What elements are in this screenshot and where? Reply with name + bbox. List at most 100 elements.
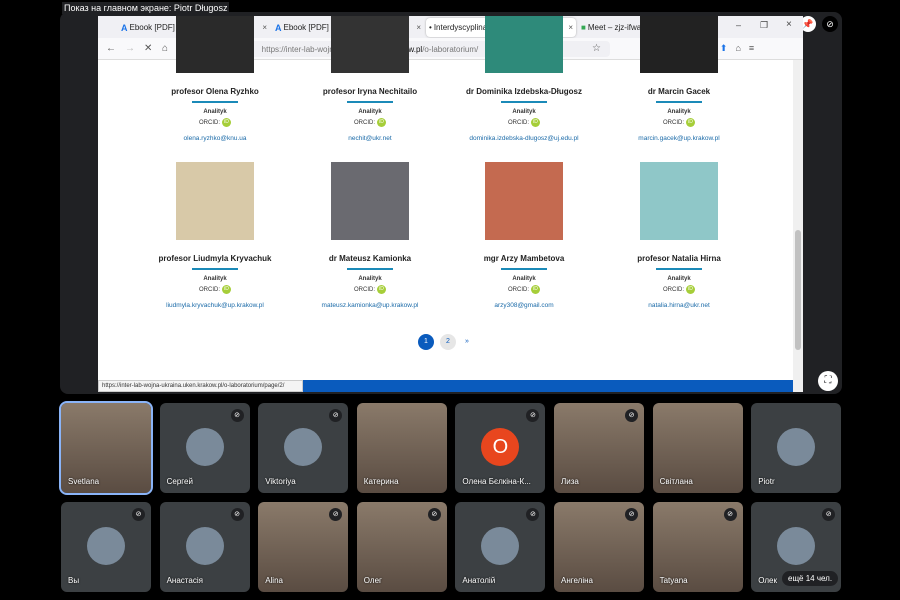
orcid-label: ORCID:	[663, 286, 684, 293]
next-page-button[interactable]: »	[462, 334, 472, 350]
divider	[192, 101, 238, 103]
team-member-card: dr Dominika Izdebska-Długosz Analityk OR…	[449, 16, 599, 142]
participant-tile[interactable]: ⊘ Олег	[356, 502, 447, 592]
member-email-link[interactable]: natalia.hirna@ukr.net	[604, 302, 754, 309]
orcid-icon[interactable]: iD	[686, 285, 695, 294]
orcid-icon[interactable]: iD	[222, 285, 231, 294]
page-content: profesor Olena Ryzhko Analityk ORCID: iD …	[98, 16, 793, 380]
participant-tile[interactable]: ⊘ Анастасія	[159, 502, 250, 592]
member-name: dr Dominika Izdebska-Długosz	[465, 87, 583, 96]
avatar	[87, 527, 125, 565]
member-email-link[interactable]: liudmyla.kryvachuk@up.krakow.pl	[140, 302, 290, 309]
fullscreen-icon[interactable]: ⛶	[818, 371, 838, 391]
member-role: Analityk	[512, 109, 536, 115]
orcid-icon[interactable]: iD	[377, 118, 386, 127]
member-name: dr Mateusz Kamionka	[328, 254, 412, 263]
member-email-link[interactable]: mateusz.kamionka@up.krakow.pl	[295, 302, 445, 309]
participant-name: Катерина	[363, 477, 399, 486]
participant-name: Alina	[265, 576, 283, 585]
member-email-link[interactable]: arzy308@gmail.com	[449, 302, 599, 309]
team-member-card: profesor Olena Ryzhko Analityk ORCID: iD …	[140, 16, 290, 142]
participant-tile[interactable]: Svetlana	[59, 401, 153, 495]
mic-off-icon: ⊘	[625, 409, 638, 422]
avatar	[284, 428, 323, 466]
orcid-icon[interactable]: iD	[686, 118, 695, 127]
member-photo	[331, 162, 409, 240]
pagination: 1 2 »	[418, 334, 472, 350]
member-email-link[interactable]: olena.ryzhko@knu.ua	[140, 135, 290, 142]
member-name: profesor Natalia Hirna	[637, 254, 721, 263]
shared-browser-window: AEbook [PDF] widok pliku Uchoo× AEbook […	[98, 16, 803, 392]
participant-tile[interactable]: Piotr	[751, 403, 842, 493]
participant-tile[interactable]: ⊘ Tatyana	[652, 502, 743, 592]
divider	[192, 268, 238, 270]
divider	[501, 268, 547, 270]
mic-off-icon: ⊘	[329, 508, 343, 521]
participant-tile[interactable]: Катерина	[356, 403, 447, 493]
page-1-button[interactable]: 1	[418, 334, 434, 350]
divider	[656, 268, 702, 270]
member-name: profesor Olena Ryzhko	[171, 87, 259, 96]
member-role: Analityk	[512, 276, 536, 282]
participant-name: Анастасія	[166, 576, 203, 585]
participant-name: Сергей	[166, 477, 193, 486]
member-photo	[176, 162, 254, 240]
mic-off-icon: ⊘	[427, 508, 441, 521]
member-photo	[176, 16, 254, 73]
member-photo	[640, 16, 718, 73]
orcid-icon[interactable]: iD	[377, 285, 386, 294]
member-role: Analityk	[667, 109, 691, 115]
orcid-icon[interactable]: iD	[531, 118, 540, 127]
participant-tile[interactable]: Світлана	[652, 403, 743, 493]
participant-tile[interactable]: O ⊘ Олена Бєлкіна-К...	[455, 403, 546, 493]
participant-tile[interactable]: ⊘ Ангеліна	[554, 502, 644, 592]
member-name: profesor Iryna Nechitailo	[322, 87, 418, 96]
orcid-label: ORCID:	[508, 119, 529, 126]
scrollbar-thumb[interactable]	[795, 230, 801, 350]
member-photo	[640, 162, 718, 240]
participant-tile[interactable]: ⊘ Анатолій	[455, 502, 546, 592]
presenting-label: Показ на главном экране: Piotr Długosz	[62, 2, 230, 14]
page-2-button[interactable]: 2	[440, 334, 456, 350]
orcid-label: ORCID:	[663, 119, 684, 126]
participant-name: Олена Бєлкіна-К...	[462, 477, 531, 486]
page-footer-bar: https://inter-lab-wojna-ukraina.uken.kra…	[98, 380, 793, 392]
mic-off-icon: ⊘	[526, 508, 540, 521]
orcid-label: ORCID:	[354, 119, 375, 126]
participant-tile[interactable]: ⊘ Alina	[258, 502, 349, 592]
close-window-icon[interactable]: ×	[786, 19, 792, 30]
divider	[656, 101, 702, 103]
participant-name: Олег	[363, 576, 382, 585]
participant-tile[interactable]: ⊘ Вы	[61, 502, 151, 592]
orcid-label: ORCID:	[354, 286, 375, 293]
member-email-link[interactable]: dominika.izdebska-dlugosz@uj.edu.pl	[449, 135, 599, 142]
restore-icon[interactable]: ❐	[760, 20, 768, 31]
divider	[347, 101, 393, 103]
mic-off-icon: ⊘	[132, 508, 145, 521]
back-icon[interactable]: ←	[106, 43, 116, 54]
team-member-card: dr Marcin Gacek Analityk ORCID: iD marcin…	[604, 16, 754, 142]
orcid-icon[interactable]: iD	[222, 118, 231, 127]
team-member-card: profesor Natalia Hirna Analityk ORCID: iD…	[604, 162, 754, 309]
orcid-icon[interactable]: iD	[531, 285, 540, 294]
mic-off-icon: ⊘	[625, 508, 638, 521]
team-member-card: profesor Liudmyla Kryvachuk Analityk ORC…	[140, 162, 290, 309]
participant-name: Tatyana	[659, 576, 688, 585]
member-email-link[interactable]: nechit@ukr.net	[295, 135, 445, 142]
scrollbar[interactable]	[793, 60, 803, 392]
participant-tile[interactable]: ⊘ Сергей	[159, 403, 250, 493]
more-participants-button[interactable]: ещё 14 чел.	[782, 571, 839, 586]
member-photo	[485, 16, 563, 73]
participant-name: Вы	[68, 576, 80, 585]
forward-icon[interactable]: →	[125, 43, 135, 54]
divider	[501, 101, 547, 103]
participant-name: Svetlana	[68, 477, 100, 486]
member-email-link[interactable]: marcin.gacek@up.krakow.pl	[604, 135, 754, 142]
team-member-card: dr Mateusz Kamionka Analityk ORCID: iD ma…	[295, 162, 445, 309]
team-member-card: mgr Arzy Mambetova Analityk ORCID: iD arz…	[449, 162, 599, 309]
participant-tile[interactable]: ⊘ Лиза	[554, 403, 644, 493]
mic-off-icon: ⊘	[822, 508, 836, 521]
mic-off-icon: ⊘	[822, 16, 838, 32]
member-photo	[331, 16, 409, 73]
participant-tile[interactable]: ⊘ Viktoriya	[258, 403, 349, 493]
